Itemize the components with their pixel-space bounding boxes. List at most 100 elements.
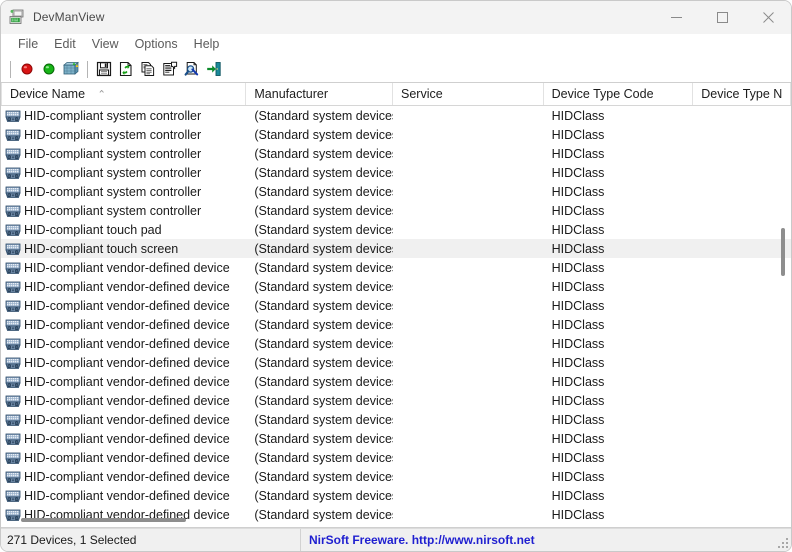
table-row[interactable]: HID-compliant vendor-defined device (Stan… xyxy=(1,315,791,334)
properties-button[interactable] xyxy=(159,58,181,80)
horizontal-scrollbar-thumb[interactable] xyxy=(21,518,186,522)
cell-device-type-code: HIDClass xyxy=(551,393,605,408)
hid-device-icon xyxy=(5,241,21,257)
column-header-manufacturer[interactable]: Manufacturer xyxy=(246,83,393,105)
table-row[interactable]: HID-compliant system controller (Standard… xyxy=(1,125,791,144)
device-name-label: HID-compliant vendor-defined device xyxy=(24,431,230,446)
cell-device-name: HID-compliant system controller xyxy=(1,108,246,124)
cell-device-type-code: HIDClass xyxy=(551,241,605,256)
vertical-scrollbar[interactable] xyxy=(776,106,790,513)
column-header-label: Device Name xyxy=(10,87,86,101)
copy-button[interactable] xyxy=(137,58,159,80)
table-row[interactable]: HID-compliant vendor-defined device (Stan… xyxy=(1,296,791,315)
device-name-label: HID-compliant vendor-defined device xyxy=(24,374,230,389)
status-bar: 271 Devices, 1 Selected NirSoft Freeware… xyxy=(1,528,791,551)
table-row[interactable]: HID-compliant vendor-defined device (Stan… xyxy=(1,258,791,277)
table-row[interactable]: HID-compliant system controller (Standard… xyxy=(1,182,791,201)
cell-device-name: HID-compliant system controller xyxy=(1,203,246,219)
table-row[interactable]: HID-compliant vendor-defined device (Stan… xyxy=(1,448,791,467)
close-button[interactable] xyxy=(745,1,791,33)
cell-device-type-code: HIDClass xyxy=(551,488,605,503)
device-name-label: HID-compliant vendor-defined device xyxy=(24,412,230,427)
table-row[interactable]: HID-compliant vendor-defined device (Stan… xyxy=(1,410,791,429)
cell-device-type-code: HIDClass xyxy=(551,279,605,294)
nirsoft-link[interactable]: NirSoft Freeware. http://www.nirsoft.net xyxy=(309,533,535,547)
menu-file[interactable]: File xyxy=(10,36,46,53)
cell-device-type-code: HIDClass xyxy=(551,450,605,465)
table-row[interactable]: HID-compliant vendor-defined device (Stan… xyxy=(1,467,791,486)
find-button[interactable] xyxy=(181,58,203,80)
hid-device-icon xyxy=(5,488,21,504)
html-report-icon xyxy=(118,61,134,77)
menu-help[interactable]: Help xyxy=(186,36,228,53)
table-row[interactable]: HID-compliant touch pad (Standard system … xyxy=(1,220,791,239)
refresh-devices-button[interactable] xyxy=(60,58,82,80)
table-row[interactable]: HID-compliant vendor-defined device (Stan… xyxy=(1,429,791,448)
table-row[interactable]: HID-compliant vendor-defined device (Stan… xyxy=(1,372,791,391)
device-name-label: HID-compliant vendor-defined device xyxy=(24,450,230,465)
table-row[interactable]: HID-compliant vendor-defined device (Stan… xyxy=(1,353,791,372)
cell-device-type-code: HIDClass xyxy=(551,317,605,332)
table-row[interactable]: HID-compliant vendor-defined device (Stan… xyxy=(1,486,791,505)
hid-device-icon xyxy=(5,222,21,238)
cell-manufacturer: (Standard system devices) xyxy=(254,450,393,465)
cell-device-name: HID-compliant vendor-defined device xyxy=(1,336,246,352)
cell-manufacturer: (Standard system devices) xyxy=(254,488,393,503)
table-row[interactable]: HID-compliant system controller (Standard… xyxy=(1,163,791,182)
table-row[interactable]: HID-compliant vendor-defined device (Stan… xyxy=(1,277,791,296)
cell-manufacturer: (Standard system devices) xyxy=(254,374,393,389)
cell-manufacturer: (Standard system devices) xyxy=(254,222,393,237)
menu-options[interactable]: Options xyxy=(127,36,186,53)
cell-device-type-code: HIDClass xyxy=(551,336,605,351)
hid-device-icon xyxy=(5,317,21,333)
menu-edit[interactable]: Edit xyxy=(46,36,84,53)
device-name-label: HID-compliant system controller xyxy=(24,146,202,161)
table-row[interactable]: HID-compliant system controller (Standard… xyxy=(1,144,791,163)
device-name-label: HID-compliant vendor-defined device xyxy=(24,336,230,351)
resize-grip[interactable] xyxy=(778,538,788,548)
save-button[interactable] xyxy=(93,58,115,80)
cell-manufacturer: (Standard system devices) xyxy=(254,108,393,123)
maximize-button[interactable] xyxy=(699,1,745,33)
enable-device-button[interactable] xyxy=(38,58,60,80)
table-row[interactable]: HID-compliant system controller (Standard… xyxy=(1,106,791,125)
cell-manufacturer: (Standard system devices) xyxy=(254,431,393,446)
cell-manufacturer: (Standard system devices) xyxy=(254,336,393,351)
vertical-scrollbar-thumb[interactable] xyxy=(781,228,785,276)
cell-device-name: HID-compliant vendor-defined device xyxy=(1,279,246,295)
column-header-device-name[interactable]: Device Name ⌃ xyxy=(1,83,247,105)
column-header-device-type-code[interactable]: Device Type Code xyxy=(544,83,694,105)
disable-device-button[interactable] xyxy=(16,58,38,80)
device-name-label: HID-compliant system controller xyxy=(24,184,202,199)
column-header-label: Device Type Code xyxy=(551,87,654,101)
cell-device-name: HID-compliant system controller xyxy=(1,165,246,181)
cell-device-name: HID-compliant vendor-defined device xyxy=(1,393,246,409)
devmanview-window: DevManView File Edit View Options Help D… xyxy=(0,0,792,552)
cell-device-type-code: HIDClass xyxy=(551,260,605,275)
table-row[interactable]: HID-compliant touch screen (Standard syst… xyxy=(1,239,791,258)
table-row[interactable]: HID-compliant system controller (Standard… xyxy=(1,201,791,220)
cell-manufacturer: (Standard system devices) xyxy=(254,241,393,256)
cell-device-type-code: HIDClass xyxy=(551,355,605,370)
cell-device-type-code: HIDClass xyxy=(551,184,605,199)
column-header-device-type-name[interactable]: Device Type N xyxy=(693,83,791,105)
column-header-service[interactable]: Service xyxy=(393,83,544,105)
cell-manufacturer: (Standard system devices) xyxy=(254,469,393,484)
device-name-label: HID-compliant vendor-defined device xyxy=(24,260,230,275)
copy-icon xyxy=(140,61,156,77)
exit-button[interactable] xyxy=(203,58,225,80)
table-row[interactable]: HID-compliant vendor-defined device (Stan… xyxy=(1,334,791,353)
horizontal-scrollbar[interactable] xyxy=(1,513,777,527)
cell-manufacturer: (Standard system devices) xyxy=(254,203,393,218)
column-header-label: Service xyxy=(401,87,443,101)
device-list[interactable]: Device Name ⌃ Manufacturer Service Devic… xyxy=(1,83,791,528)
minimize-button[interactable] xyxy=(653,1,699,33)
cell-manufacturer: (Standard system devices) xyxy=(254,298,393,313)
menu-view[interactable]: View xyxy=(84,36,127,53)
cell-manufacturer: (Standard system devices) xyxy=(254,127,393,142)
html-report-button[interactable] xyxy=(115,58,137,80)
floppy-save-icon xyxy=(96,61,112,77)
table-row[interactable]: HID-compliant vendor-defined device (Stan… xyxy=(1,391,791,410)
cell-device-type-code: HIDClass xyxy=(551,298,605,313)
list-rows[interactable]: HID-compliant system controller (Standard… xyxy=(1,106,791,527)
